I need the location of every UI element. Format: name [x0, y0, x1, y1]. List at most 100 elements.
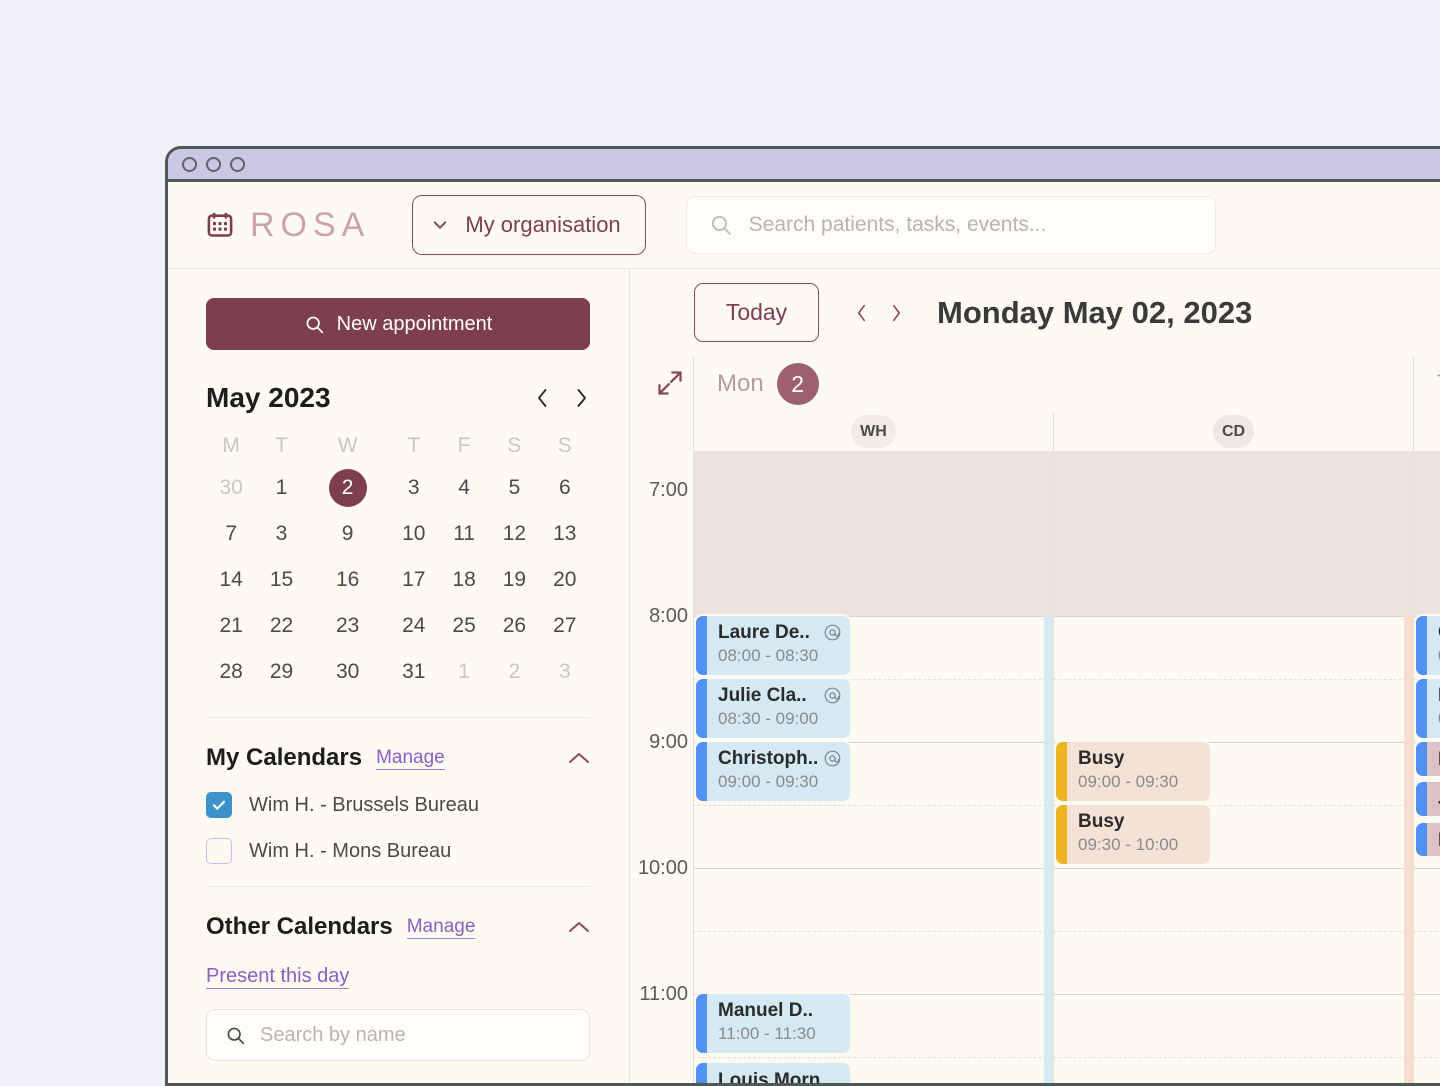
window-dot-maximize[interactable]	[230, 156, 245, 172]
calendar-event[interactable]: Busy 09:00 - 09:30	[1056, 742, 1210, 801]
mini-calendar-day[interactable]: 20	[540, 557, 590, 603]
event-color-bar	[1416, 616, 1427, 675]
mini-calendar-prev-icon[interactable]	[534, 387, 551, 409]
calendar-event[interactable]: Louis Morn	[696, 1063, 850, 1083]
mini-calendar-day[interactable]: 31	[389, 649, 439, 695]
mini-calendar-day[interactable]: 11	[439, 511, 489, 557]
mini-calendar-day[interactable]: 6	[540, 465, 590, 511]
previous-day-icon[interactable]	[853, 302, 870, 324]
mini-calendar-day[interactable]: 16	[307, 557, 389, 603]
mini-calendar-day[interactable]: 14	[206, 557, 256, 603]
window-dot-minimize[interactable]	[206, 156, 221, 172]
mini-calendar-weekday: F	[457, 434, 471, 457]
day-header-daynumber: 2	[776, 363, 819, 405]
calendar-event[interactable]: Busy 09:30 - 10:00	[1056, 805, 1210, 864]
today-button[interactable]: Today	[694, 283, 819, 342]
divider	[206, 717, 590, 718]
mini-calendar-day[interactable]: 10	[389, 511, 439, 557]
calendar-event[interactable]: Cecile Boeg.. 08:30 - 09:00	[1416, 616, 1440, 675]
my-calendars-manage-link[interactable]: Manage	[376, 746, 445, 771]
mini-calendar-day[interactable]: 12	[489, 511, 539, 557]
mini-calendar-day[interactable]: 9	[307, 511, 389, 557]
mini-calendar-day[interactable]: 13	[540, 511, 590, 557]
mini-calendar-day[interactable]: 18	[439, 557, 489, 603]
mini-calendar-day[interactable]: 27	[540, 603, 590, 649]
global-search-input[interactable]	[748, 213, 1193, 237]
mini-calendar-day[interactable]: 19	[489, 557, 539, 603]
mini-calendar-day[interactable]: 3	[256, 511, 306, 557]
check-icon	[212, 800, 226, 810]
event-color-bar	[1056, 742, 1067, 801]
mini-calendar-day[interactable]: 30	[206, 465, 256, 511]
new-appointment-button[interactable]: New appointment	[206, 298, 590, 350]
mini-calendar[interactable]: MTWTFSS 30 1 2 3 4 5 6 7 3 9 10 11 12 13 14 15 16 17 18 19 2…	[206, 434, 590, 695]
mini-calendar-day[interactable]: 28	[206, 649, 256, 695]
next-day-icon[interactable]	[888, 302, 905, 324]
mini-calendar-day[interactable]: 3	[389, 465, 439, 511]
chevron-up-icon[interactable]	[568, 751, 590, 765]
calendar-event[interactable]: Jan Peeters - C	[1416, 782, 1440, 817]
subcolumn-header: CD	[1053, 412, 1413, 451]
present-this-day-link[interactable]: Present this day	[206, 965, 350, 989]
mini-calendar-day[interactable]: 7	[206, 511, 256, 557]
organisation-selector-button[interactable]: My organisation	[412, 195, 646, 255]
time-grid: 7:00 8:00 9:00 10:00 11:00 Laure De.. 08:0	[630, 451, 1440, 1083]
calendar-list-item[interactable]: Wim H. - Mons Bureau	[206, 838, 590, 864]
calendar-grid: Mon 2 WH CD Tue 3 WH CD 7:008:009:0010:	[630, 356, 1440, 1083]
event-title: Manuel D..	[718, 1000, 814, 1021]
other-calendars-title: Other Calendars	[206, 913, 393, 940]
mini-calendar-day[interactable]: 17	[389, 557, 439, 603]
calendar-name-search[interactable]	[206, 1009, 590, 1061]
subcolumn-label: CD	[1212, 415, 1255, 448]
divider	[206, 886, 590, 887]
mini-calendar-day[interactable]: 25	[439, 603, 489, 649]
mini-calendar-day[interactable]: 2	[307, 465, 389, 511]
event-color-bar	[1416, 782, 1427, 817]
mini-calendar-next-icon[interactable]	[573, 387, 590, 409]
other-calendars-header: Other Calendars Manage	[206, 913, 590, 941]
expand-icon[interactable]	[656, 369, 684, 397]
time-label: 11:00	[639, 983, 688, 1005]
calendar-checkbox[interactable]	[206, 838, 232, 864]
search-icon	[711, 215, 731, 235]
organisation-selector-label: My organisation	[465, 212, 621, 237]
mini-calendar-day[interactable]: 24	[389, 603, 439, 649]
mini-calendar-day[interactable]: 4	[439, 465, 489, 511]
mini-calendar-day[interactable]: 26	[489, 603, 539, 649]
subcolumn-stripe	[1044, 616, 1053, 1083]
window-dot-close[interactable]	[182, 156, 197, 172]
event-color-bar	[696, 1063, 707, 1083]
mini-calendar-day[interactable]: 29	[256, 649, 306, 695]
time-label: 10:00	[637, 857, 688, 879]
calendar-event[interactable]: Christoph.. 09:00 - 09:30	[696, 742, 850, 801]
event-color-bar	[1416, 679, 1427, 738]
calendar-event[interactable]: Laure De.. 08:00 - 08:30	[696, 616, 850, 675]
mini-calendar-week: 7 3 9 10 11 12 13	[206, 511, 590, 557]
calendar-checkbox[interactable]	[206, 792, 232, 818]
browser-window: ROSA My organisation New appointment	[165, 146, 1440, 1086]
calendar-event[interactable]: Marie-Sophie M	[1416, 742, 1440, 776]
global-search[interactable]	[685, 196, 1216, 254]
mini-calendar-day[interactable]: 1	[256, 465, 306, 511]
calendar-event[interactable]: Manuel D.. 11:00 - 11:30	[696, 994, 850, 1053]
calendar-event[interactable]: Julie Cla.. 08:30 - 09:00	[696, 679, 850, 738]
mini-calendar-day[interactable]: 23	[307, 603, 389, 649]
mini-calendar-day[interactable]: 5	[489, 465, 539, 511]
calendar-name-search-input[interactable]	[260, 1023, 571, 1047]
mini-calendar-day[interactable]: 15	[256, 557, 306, 603]
mini-calendar-day[interactable]: 3	[540, 649, 590, 695]
mini-calendar-day[interactable]: 30	[307, 649, 389, 695]
calendar-event[interactable]: Pierre Dubois -	[1416, 822, 1440, 857]
event-time: 09:00 - 09:30	[718, 772, 819, 791]
mini-calendar-day[interactable]: 1	[439, 649, 489, 695]
mini-calendar-day[interactable]: 21	[206, 603, 256, 649]
mini-calendar-weekday: M	[222, 434, 240, 457]
mini-calendar-day[interactable]: 2	[489, 649, 539, 695]
other-calendars-manage-link[interactable]: Manage	[406, 915, 476, 940]
calendar-list-item[interactable]: Wim H. - Brussels Bureau	[206, 792, 590, 818]
mini-calendar-weekday: S	[557, 434, 572, 457]
mini-calendar-day[interactable]: 22	[256, 603, 306, 649]
event-color-bar	[696, 994, 707, 1053]
calendar-event[interactable]: Esperanza.. 08:30 - 09:00	[1416, 679, 1440, 738]
chevron-up-icon[interactable]	[568, 920, 590, 934]
